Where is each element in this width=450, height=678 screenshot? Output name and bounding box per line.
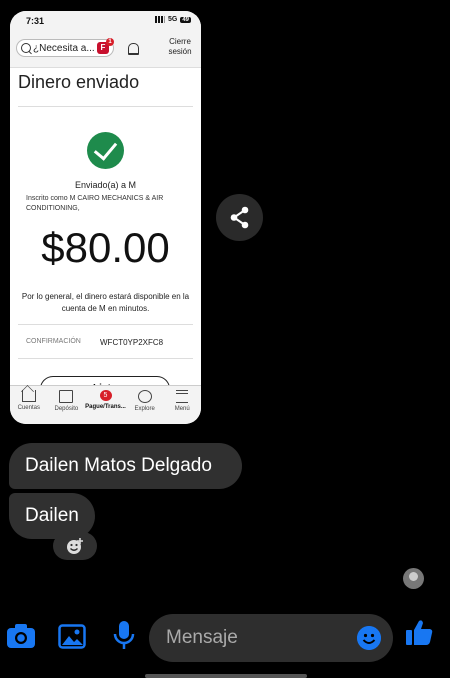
tab-explore: Explore	[126, 386, 164, 424]
status-bar: 7:31 5G 49	[10, 11, 201, 34]
sent-to-text: Enviado(a) a M	[74, 180, 137, 190]
battery-icon: 49	[180, 16, 191, 23]
gallery-icon[interactable]	[58, 624, 86, 649]
confirmation-value: WFCT0YP2XFC8	[100, 338, 164, 347]
microphone-icon[interactable]	[113, 620, 135, 650]
tab-menu: Menú	[163, 386, 201, 424]
divider	[18, 358, 193, 359]
search-icon	[21, 43, 31, 53]
tab-pay-transfer: 5 Pague/Trans...	[85, 390, 126, 410]
app-tab-bar: Cuentas Depósito 5 Pague/Trans... Explore…	[10, 385, 201, 424]
app-top-bar: ¿Necesita a... F1 Cierre sesión	[10, 34, 201, 68]
shared-screenshot[interactable]: 7:31 5G 49 ¿Necesita a... F1 Cierre sesi…	[10, 11, 201, 424]
deposit-icon	[59, 390, 74, 403]
success-check-icon	[87, 132, 124, 169]
thumbs-up-icon[interactable]	[405, 618, 434, 647]
availability-text: Por lo general, el dinero estará disponi…	[21, 292, 190, 313]
camera-icon[interactable]	[6, 622, 36, 650]
pay-icon: 5	[99, 390, 112, 401]
menu-icon	[176, 390, 189, 403]
confirmation-label: CONFIRMACIÓN	[26, 338, 81, 345]
signout-link: Cierre sesión	[168, 37, 192, 56]
search-box: ¿Necesita a... F1	[16, 38, 114, 57]
share-icon	[230, 206, 249, 229]
status-time: 7:31	[26, 16, 45, 26]
divider	[18, 324, 193, 325]
enrolled-as-text: Inscrito como M CAIRO MECHANICS & AIR CO…	[26, 195, 164, 212]
assistant-icon: F1	[97, 38, 114, 54]
divider	[18, 106, 193, 107]
transfer-confirmation: Dinero enviado Enviado(a) a M Inscrito c…	[10, 68, 201, 402]
compass-icon	[137, 390, 152, 403]
share-button[interactable]	[216, 194, 263, 241]
bell-icon	[128, 43, 139, 55]
tab-accounts: Cuentas	[10, 386, 48, 424]
status-icons: 5G 49	[154, 16, 191, 23]
add-reaction-button[interactable]	[53, 532, 97, 560]
message-placeholder: Mensaje	[166, 627, 238, 648]
signal-icon	[154, 16, 165, 23]
network-label: 5G	[167, 16, 178, 23]
tab-deposit: Depósito	[48, 386, 86, 424]
home-indicator	[145, 674, 307, 678]
add-reaction-icon	[67, 538, 83, 554]
assistant-badge: 1	[106, 38, 114, 46]
message-bubble[interactable]: Dailen Matos Delgado	[9, 443, 242, 489]
avatar	[403, 568, 424, 589]
home-icon	[21, 390, 36, 402]
emoji-icon[interactable]	[357, 626, 381, 650]
page-title: Dinero enviado	[18, 72, 140, 92]
search-placeholder: ¿Necesita a...	[33, 42, 95, 54]
amount-text: $80.00	[41, 224, 170, 271]
